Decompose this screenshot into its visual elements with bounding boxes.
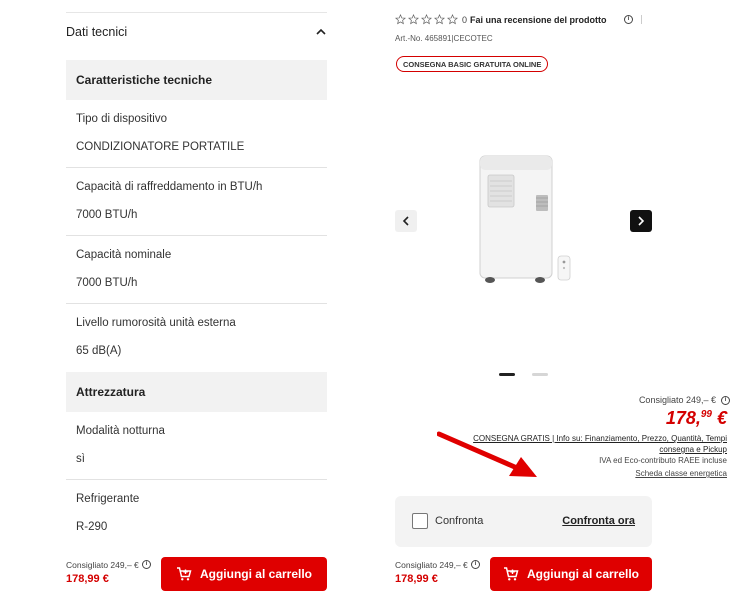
- technical-data-panel: Dati tecnici Caratteristiche tecniche Ti…: [0, 0, 375, 608]
- group-title: Attrezzatura: [76, 385, 146, 399]
- spec-value: 7000 BTU/h: [76, 277, 138, 289]
- info-icon[interactable]: i: [142, 560, 151, 569]
- article-number: Art.-No. 465891|CECOTEC: [395, 34, 493, 43]
- rating[interactable]: 0 Fai una recensione del prodotto: [395, 14, 607, 25]
- cart-label: Aggiungi al carrello: [526, 567, 640, 581]
- write-review-link[interactable]: Fai una recensione del prodotto: [470, 15, 607, 25]
- price-cents: 99: [700, 409, 712, 420]
- recommended-price: Consigliato 249,– €: [66, 560, 139, 570]
- spec-label: Refrigerante: [76, 493, 140, 505]
- remote-control: [557, 255, 571, 281]
- add-to-cart-button[interactable]: Aggiungi al carrello: [490, 557, 652, 591]
- star-icon: [447, 14, 458, 25]
- star-icon: [395, 14, 406, 25]
- chevron-left-icon: [402, 216, 409, 226]
- carousel-prev-button[interactable]: [395, 210, 417, 232]
- group-header-equipment: Attrezzatura: [66, 372, 327, 412]
- main-price: 178,99 €: [666, 408, 727, 429]
- annotation-arrow: [437, 431, 537, 477]
- divider: [66, 12, 327, 13]
- spec-label: Capacità di raffreddamento in BTU/h: [76, 181, 263, 193]
- spec-label: Capacità nominale: [76, 249, 172, 261]
- info-icon[interactable]: i: [721, 395, 730, 405]
- spec-label: Tipo di dispositivo: [76, 113, 167, 125]
- spec-value: CONDIZIONATORE PORTATILE: [76, 141, 245, 153]
- badge-label: CONSEGNA BASIC GRATUITA ONLINE: [403, 59, 542, 69]
- spec-value: R-290: [76, 521, 108, 533]
- sticky-cart-bar: Consigliato 249,– € i 178,99 € Aggiungi …: [0, 548, 375, 608]
- compare-label: Confronta: [435, 515, 484, 527]
- spec-row: Refrigerante R-290: [66, 480, 327, 548]
- spec-label: Modalità notturna: [76, 425, 165, 437]
- add-to-cart-button[interactable]: Aggiungi al carrello: [161, 557, 327, 591]
- compare-checkbox[interactable]: [412, 513, 428, 529]
- spec-row: Tipo di dispositivo CONDIZIONATORE PORTA…: [66, 100, 327, 168]
- energy-label-link[interactable]: Scheda classe energetica: [635, 469, 727, 478]
- cart-label: Aggiungi al carrello: [199, 567, 313, 581]
- star-icon: [408, 14, 419, 25]
- spec-row: Capacità nominale 7000 BTU/h: [66, 236, 327, 304]
- info-icon[interactable]: i: [624, 15, 633, 24]
- air-conditioner-body: [479, 155, 553, 283]
- group-header-technical: Caratteristiche tecniche: [66, 60, 327, 100]
- spec-value: sì: [76, 453, 85, 465]
- recommended-price: Consigliato 249,– €: [638, 395, 716, 405]
- star-icon: [434, 14, 445, 25]
- spec-row: Capacità di raffreddamento in BTU/h 7000…: [66, 168, 327, 236]
- sticky-price: 178,99 €: [66, 573, 109, 585]
- rating-count: 0: [462, 14, 468, 25]
- recommended-price: Consigliato 249,– €: [395, 560, 468, 570]
- chevron-right-icon: [638, 216, 645, 226]
- recommended-price-row: Consigliato 249,– € i: [639, 395, 730, 405]
- star-icon: [421, 14, 432, 25]
- spec-value: 7000 BTU/h: [76, 209, 138, 221]
- carousel-next-button[interactable]: [630, 210, 652, 232]
- price-currency: €: [711, 408, 727, 428]
- product-panel: 0 Fai una recensione del prodotto i Art.…: [375, 0, 750, 608]
- spec-label: Livello rumorosità unità esterna: [76, 317, 236, 329]
- spec-row: Livello rumorosità unità esterna 65 dB(A…: [66, 304, 327, 372]
- vat-note: IVA ed Eco-contributo RAEE incluse: [599, 456, 727, 465]
- spec-value: 65 dB(A): [76, 345, 122, 357]
- technical-data-header[interactable]: Dati tecnici: [66, 22, 327, 42]
- group-title: Caratteristiche tecniche: [76, 73, 213, 87]
- compare-box: Confronta Confronta ora: [395, 496, 652, 547]
- sticky-price: 178,99 €: [395, 573, 438, 585]
- divider: [641, 15, 642, 24]
- compare-now-link[interactable]: Confronta ora: [562, 515, 635, 527]
- carousel-dot-active[interactable]: [499, 373, 515, 376]
- section-title: Dati tecnici: [66, 25, 128, 39]
- info-icon[interactable]: i: [471, 560, 480, 569]
- price-integer: 178,: [665, 408, 701, 428]
- cart-icon: [176, 567, 192, 581]
- cart-icon: [503, 567, 519, 581]
- chevron-up-icon[interactable]: [315, 26, 327, 38]
- sticky-cart-bar: Consigliato 249,– € i 178,99 € Aggiungi …: [375, 548, 750, 608]
- delivery-badge: CONSEGNA BASIC GRATUITA ONLINE: [396, 56, 549, 72]
- spec-row: Modalità notturna sì: [66, 412, 327, 480]
- carousel-dot[interactable]: [532, 373, 548, 376]
